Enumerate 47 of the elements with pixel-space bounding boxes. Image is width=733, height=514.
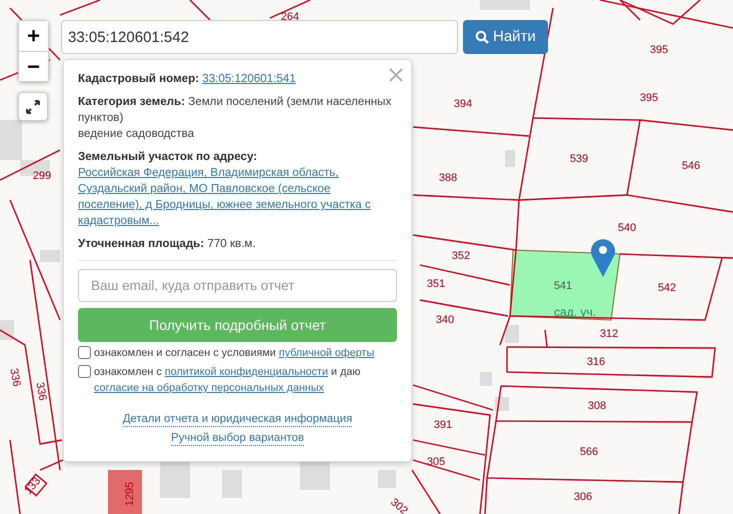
consent-text: ознакомлен с — [94, 366, 163, 378]
parcel-number: 351 — [426, 278, 446, 290]
parcel-number: 316 — [586, 356, 606, 368]
parcel-number: 542 — [658, 282, 676, 294]
parcel-number: 308 — [588, 400, 606, 412]
parcel-number: 305 — [426, 456, 446, 468]
consent-link[interactable]: публичной оферты — [278, 347, 374, 359]
search-button[interactable]: Найти — [463, 20, 548, 54]
parcel-number: 391 — [434, 419, 452, 431]
field-label: Кадастровый номер: — [78, 72, 200, 85]
parcel-number: 540 — [618, 222, 636, 234]
parcel-number: 539 — [570, 153, 588, 165]
footer-link[interactable]: Детали отчета и юридическая информация — [122, 412, 352, 427]
consent-link[interactable]: политикой конфиденциальности — [164, 366, 328, 378]
footer-link[interactable]: Ручной выбор вариантов — [170, 431, 304, 446]
parcel-number: 395 — [640, 92, 658, 104]
parcel-number: 336 — [7, 367, 22, 388]
parcel-number: 566 — [580, 446, 598, 458]
parcel-number: 546 — [682, 160, 700, 172]
consent-text: и даю — [330, 366, 360, 378]
consent-link[interactable]: согласие на обработку персональных данных — [94, 382, 324, 394]
consent-text: ознакомлен и согласен с условиями — [94, 347, 277, 359]
parcel-number: 312 — [600, 328, 618, 340]
parcel-number: 336 — [33, 381, 48, 402]
field-text: Категория земель: Земли поселений (земли населенных пунктов) — [78, 94, 392, 126]
get-report-button[interactable]: Получить подробный отчет — [78, 308, 397, 342]
parcel-number: 133 — [22, 475, 44, 497]
parcel-number: 306 — [574, 491, 592, 503]
field-label: Земельный участок по адресу: — [78, 149, 258, 165]
parcel-number: 352 — [452, 250, 470, 262]
field-text: Уточненная площадь: 770 кв.м. — [78, 236, 257, 252]
parcel-number: 340 — [436, 314, 454, 326]
parcel-number: 299 — [32, 170, 52, 182]
zoom-in-button[interactable]: + — [19, 21, 48, 51]
parcel-number: 541 — [554, 280, 572, 292]
field-link[interactable]: 33:05:120601:541 — [202, 72, 296, 85]
parcel-number: 1295 — [124, 482, 136, 506]
parcel-number: 394 — [454, 98, 472, 110]
field-value: ведение садоводства — [78, 126, 196, 142]
parcel-number: 395 — [650, 44, 668, 56]
search-field[interactable]: 33:05:120601:542 — [61, 20, 458, 54]
zoom-out-button[interactable]: − — [19, 51, 48, 81]
email-field[interactable]: Ваш email, куда отправить отчет — [78, 269, 397, 302]
parcel-number: 264 — [280, 11, 300, 23]
field-link[interactable]: Российская Федерация, Владимирская область, Суздальский район, МО Павловское (сельское поселение), д Бродницы, южнее земельного участка с кадастровым... — [78, 165, 397, 229]
parcel-label: сад. уч. — [554, 305, 596, 319]
parcel-number: 388 — [438, 172, 458, 184]
